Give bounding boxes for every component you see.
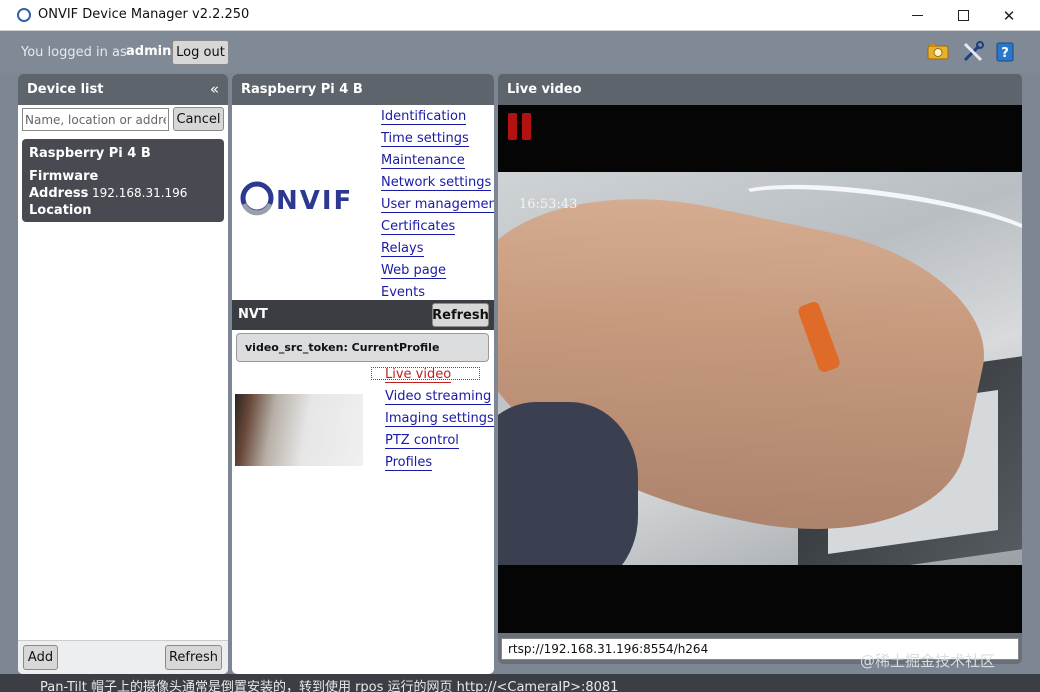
onvif-logo-text: NVIF: [276, 186, 353, 216]
link-network-settings[interactable]: Network settings: [381, 175, 492, 191]
link-web-page[interactable]: Web page: [381, 263, 446, 279]
location-label: Location: [29, 203, 92, 218]
video-frame: 16:53:43: [498, 172, 1022, 565]
logged-in-label: You logged in as: [21, 45, 127, 60]
address-value: 192.168.31.196: [92, 186, 188, 200]
link-relays[interactable]: Relays: [381, 241, 424, 257]
nvt-bar: NVT Refresh: [232, 300, 494, 330]
device-name: Raspberry Pi 4 B: [29, 146, 151, 161]
collapse-panel-icon[interactable]: «: [210, 80, 219, 98]
tools-icon[interactable]: [962, 41, 984, 63]
svg-text:?: ?: [1001, 46, 1009, 61]
window-title: ONVIF Device Manager v2.2.250: [38, 7, 250, 22]
video-timestamp: 16:53:43: [519, 197, 578, 212]
onvif-logo: NVIF: [240, 181, 353, 216]
close-button[interactable]: ✕: [986, 0, 1032, 31]
link-video-streaming[interactable]: Video streaming: [385, 389, 492, 405]
maximize-button[interactable]: [940, 0, 986, 31]
link-events[interactable]: Events: [381, 285, 426, 301]
camera-settings-icon[interactable]: [927, 41, 949, 63]
device-list-item[interactable]: Raspberry Pi 4 B Firmware Address 192.16…: [22, 139, 224, 222]
maximize-icon: [957, 10, 969, 21]
device-list-title: Device list: [27, 82, 104, 97]
profile-links: Live video Video streaming Imaging setti…: [385, 367, 494, 477]
device-search-input[interactable]: [22, 108, 169, 131]
watermark: @稀土掘金技术社区: [860, 652, 996, 670]
device-panel-title: Raspberry Pi 4 B: [241, 82, 363, 97]
address-label: Address: [29, 186, 89, 201]
video-viewport[interactable]: 16:53:43: [498, 105, 1022, 633]
background-page-strip: Pan-Tilt 帽子上的摄像头通常是倒置安装的，转到使用 rpos 运行的网页…: [0, 674, 1040, 692]
device-list-footer: Add Refresh: [18, 640, 228, 674]
minimize-icon: [911, 15, 923, 16]
link-user-management[interactable]: User management: [381, 197, 494, 213]
nvt-refresh-button[interactable]: Refresh: [432, 303, 489, 327]
username: admin: [126, 44, 172, 59]
app-logo-icon: [17, 8, 31, 22]
title-bar: ONVIF Device Manager v2.2.250 ✕: [0, 0, 1040, 31]
pause-icon[interactable]: [508, 113, 532, 140]
device-list-body: Cancel Raspberry Pi 4 B Firmware Address…: [18, 105, 228, 674]
nvt-label: NVT: [238, 307, 268, 322]
cancel-search-button[interactable]: Cancel: [173, 107, 224, 131]
refresh-devices-button[interactable]: Refresh: [165, 645, 222, 670]
minimize-button[interactable]: [894, 0, 940, 31]
close-icon: ✕: [1002, 6, 1016, 25]
link-identification[interactable]: Identification: [381, 109, 467, 125]
device-list-header: Device list «: [18, 74, 228, 105]
device-panel: Raspberry Pi 4 B NVIF Identification Tim…: [232, 74, 494, 674]
link-imaging-settings[interactable]: Imaging settings: [385, 411, 494, 427]
link-profiles[interactable]: Profiles: [385, 455, 433, 471]
link-maintenance[interactable]: Maintenance: [381, 153, 465, 169]
link-certificates[interactable]: Certificates: [381, 219, 456, 235]
device-panel-header: Raspberry Pi 4 B: [232, 74, 494, 105]
device-links: Identification Time settings Maintenance…: [381, 109, 494, 307]
help-icon[interactable]: ?: [994, 41, 1016, 63]
live-video-header: Live video: [498, 74, 1022, 105]
add-device-button[interactable]: Add: [23, 645, 58, 670]
session-bar: You logged in as admin Log out ?: [0, 31, 1040, 73]
firmware-label: Firmware: [29, 169, 99, 184]
link-ptz-control[interactable]: PTZ control: [385, 433, 459, 449]
link-live-video[interactable]: Live video: [385, 367, 452, 383]
profile-selector[interactable]: video_src_token: CurrentProfile: [236, 333, 489, 362]
video-thumbnail[interactable]: [235, 394, 363, 466]
live-video-title: Live video: [507, 82, 582, 97]
device-list-panel: Device list « Cancel Raspberry Pi 4 B Fi…: [18, 74, 228, 674]
background-page-text: Pan-Tilt 帽子上的摄像头通常是倒置安装的，转到使用 rpos 运行的网页…: [40, 680, 619, 692]
link-time-settings[interactable]: Time settings: [381, 131, 469, 147]
live-video-panel: Live video 16:53:43 rtsp://192.168.31.19…: [498, 74, 1022, 664]
logout-button[interactable]: Log out: [172, 40, 229, 65]
